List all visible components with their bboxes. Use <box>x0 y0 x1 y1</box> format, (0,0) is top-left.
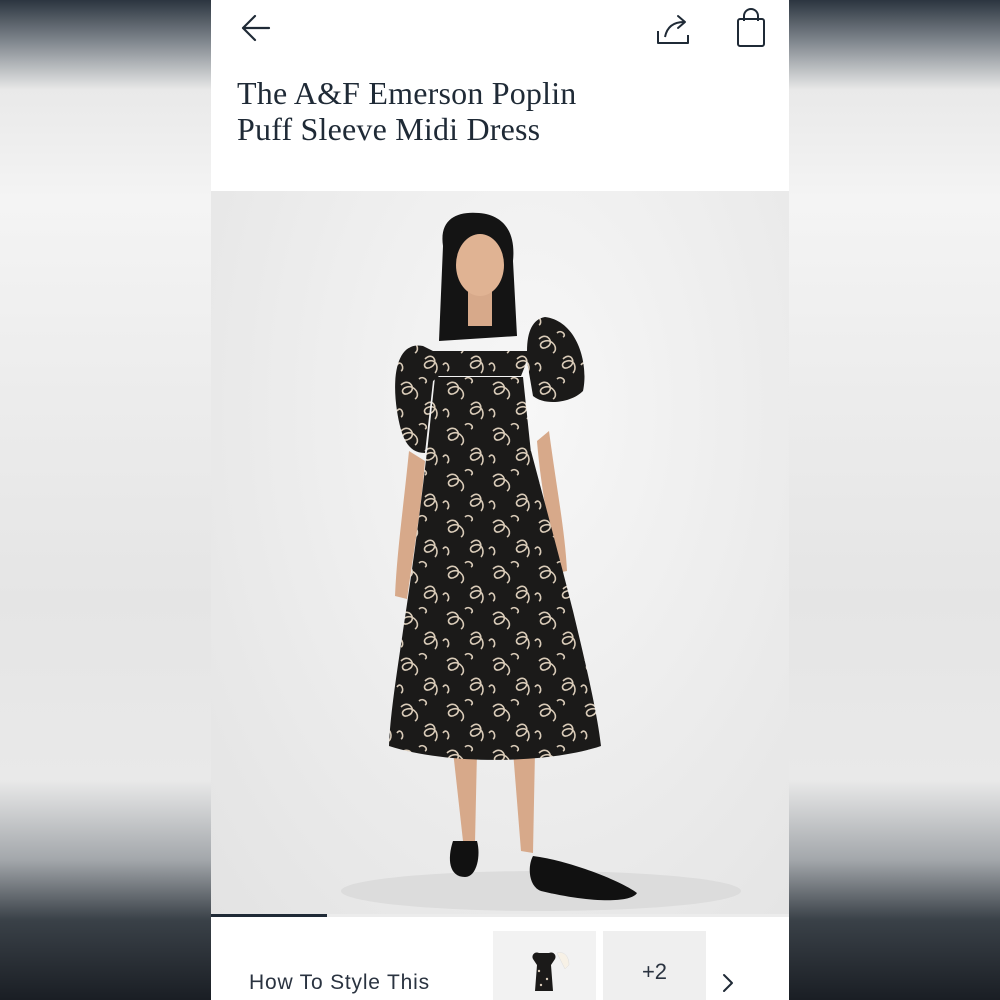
share-icon[interactable] <box>653 9 693 47</box>
how-to-style-label: How To Style This <box>249 971 430 994</box>
product-title-line-1: The A&F Emerson Poplin <box>237 75 577 111</box>
more-looks-button[interactable]: +2 <box>603 931 706 1000</box>
chevron-right-icon[interactable] <box>716 969 740 997</box>
model-illustration <box>341 212 741 911</box>
blurred-background-right <box>789 0 1000 1000</box>
product-title: The A&F Emerson Poplin Puff Sleeve Midi … <box>237 75 757 147</box>
shopping-bag-icon[interactable] <box>734 7 768 49</box>
outfit-thumbnail-image <box>493 931 596 1000</box>
how-to-style-section[interactable]: How To Style This +2 <box>211 917 789 1000</box>
blurred-background-left <box>0 0 211 1000</box>
arrow-left-icon[interactable] <box>239 11 273 45</box>
top-bar <box>211 0 789 60</box>
product-page: The A&F Emerson Poplin Puff Sleeve Midi … <box>211 0 789 1000</box>
product-title-line-2: Puff Sleeve Midi Dress <box>237 111 541 147</box>
style-thumbnail[interactable] <box>493 931 596 1000</box>
product-image[interactable] <box>211 191 789 914</box>
more-looks-count: +2 <box>641 959 668 984</box>
